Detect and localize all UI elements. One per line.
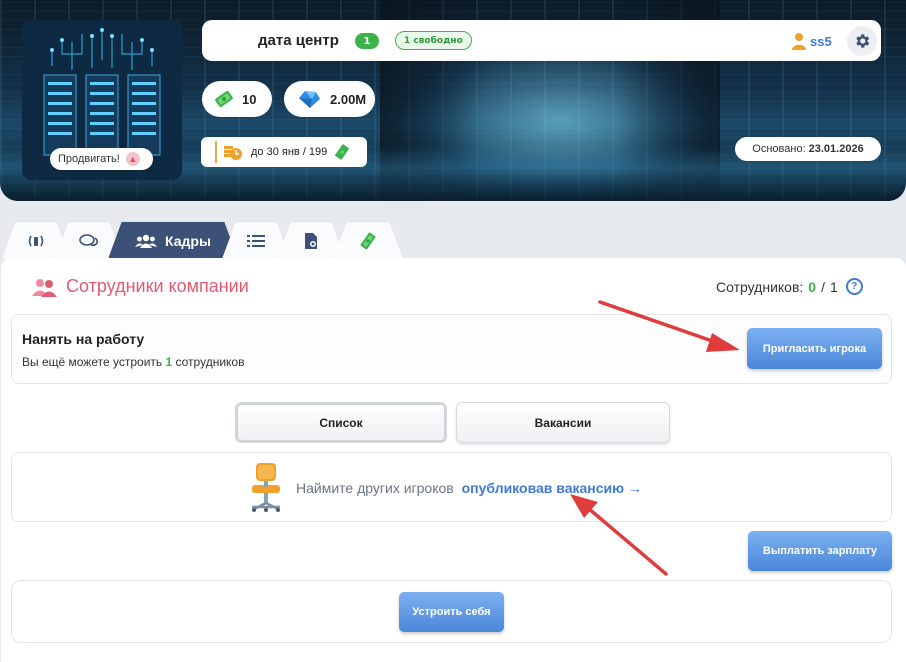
- publish-vacancy-link[interactable]: опубликовав вакансию →: [462, 480, 642, 496]
- company-banner: Продвигать! ▲ дата центр 1 1 свободно ss…: [0, 0, 906, 201]
- employee-count-separator: /: [821, 278, 825, 295]
- founded-date: Основано: 23.01.2026: [735, 137, 881, 161]
- promote-label: Продвигать!: [58, 153, 120, 165]
- money-icon: [335, 144, 350, 160]
- document-icon: [303, 232, 319, 250]
- free-slots-badge: 1 свободно: [395, 31, 472, 50]
- hint-box: Наймите других игроков опубликовав вакан…: [11, 452, 892, 522]
- tab-finance[interactable]: [333, 221, 403, 259]
- employee-count: Сотрудников: 0 / 1 ?: [716, 278, 863, 295]
- users-icon: [135, 233, 157, 249]
- founded-label: Основано:: [752, 143, 806, 155]
- hint-text-main: Наймите других игроков: [296, 480, 454, 496]
- deadline-text: до 30 янв / 199: [251, 146, 328, 158]
- promote-button[interactable]: Продвигать! ▲: [50, 148, 153, 170]
- tab-staff[interactable]: Кадры: [108, 221, 238, 259]
- hire-subtitle-before: Вы ещё можете устроить: [22, 355, 163, 369]
- hire-self-button[interactable]: Устроить себя: [399, 592, 504, 632]
- hire-subtitle-after: сотрудников: [175, 355, 245, 369]
- section-title-text: Сотрудники компании: [66, 276, 249, 296]
- section-title: Сотрудники компании: [32, 276, 249, 297]
- hire-subtitle: Вы ещё можете устроить 1 сотрудников: [22, 355, 244, 369]
- arrow-up-icon: ▲: [125, 152, 140, 166]
- deadline-info: до 30 янв / 199: [201, 137, 367, 167]
- hire-title: Нанять на работу: [22, 331, 145, 347]
- invite-player-button[interactable]: Пригласить игрока: [747, 328, 882, 369]
- owner-link[interactable]: ss5: [791, 32, 832, 50]
- list-icon: [247, 234, 265, 248]
- employee-count-max: 1: [829, 278, 838, 295]
- section-tabs: Кадры: [0, 221, 420, 259]
- help-icon[interactable]: ?: [845, 278, 863, 295]
- gem-icon: [299, 91, 320, 108]
- office-chair-icon: [252, 463, 280, 512]
- company-name: дата центр: [258, 32, 339, 49]
- tab-list-view[interactable]: Список: [235, 402, 447, 443]
- user-icon: [792, 33, 806, 50]
- hint-text: Наймите других игроков опубликовав вакан…: [296, 480, 642, 496]
- money-icon: [215, 90, 233, 108]
- chat-icon: [79, 233, 99, 249]
- owner-name: ss5: [810, 33, 832, 49]
- settings-button[interactable]: [847, 26, 877, 56]
- gear-icon: [856, 34, 870, 48]
- level-badge: 1: [355, 33, 379, 49]
- users-icon: [32, 278, 57, 297]
- pay-salary-button[interactable]: Выплатить зарплату: [748, 531, 892, 571]
- money-value: 10: [242, 91, 257, 107]
- employee-count-label: Сотрудников:: [716, 278, 804, 295]
- hire-subtitle-number: 1: [165, 355, 173, 369]
- title-bar: дата центр 1 1 свободно ss5: [202, 20, 881, 61]
- gems-balance: 2.00M: [284, 81, 375, 117]
- founded-value: 23.01.2026: [808, 143, 864, 155]
- tab-documents[interactable]: [277, 221, 345, 259]
- tab-staff-label: Кадры: [165, 232, 211, 249]
- employee-count-current: 0: [808, 278, 817, 295]
- radio-tower-icon: [27, 233, 45, 249]
- tab-vacancies[interactable]: Вакансии: [456, 402, 670, 443]
- money-balance: 10: [202, 81, 272, 117]
- clock-coins-icon: [224, 146, 242, 160]
- money-icon: [359, 232, 377, 250]
- gems-value: 2.00M: [330, 91, 367, 107]
